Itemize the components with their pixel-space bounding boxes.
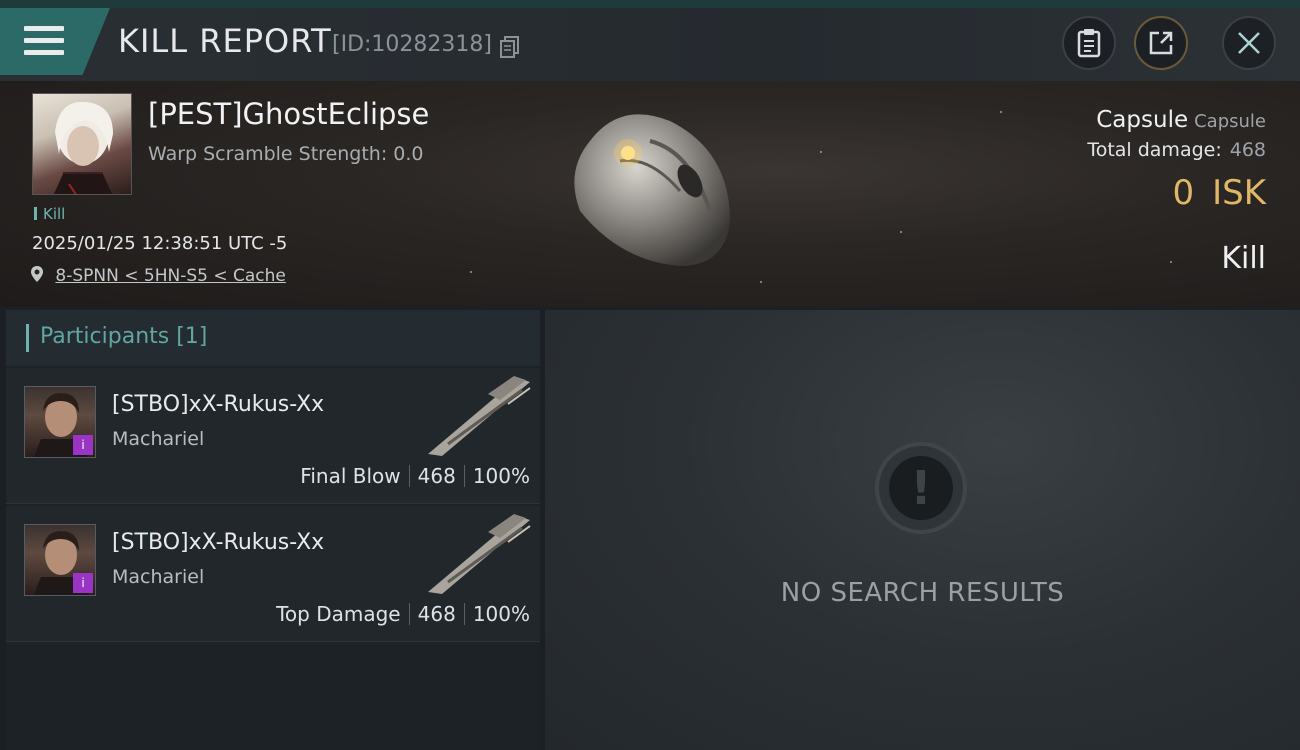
share-button[interactable]	[1134, 16, 1188, 70]
participant-portrait[interactable]: i	[24, 524, 96, 596]
participant-ship: Machariel	[112, 566, 205, 588]
victim-name[interactable]: [PEST]GhostEclipse	[148, 97, 429, 131]
corp-badge: i	[73, 435, 93, 455]
participant-ship-image	[428, 376, 531, 456]
location-link[interactable]: 8-SPNN < 5HN-S5 < Cache	[30, 265, 286, 286]
participant-percent: 100%	[472, 602, 530, 626]
participant-portrait[interactable]: i	[24, 386, 96, 458]
clipboard-icon	[1077, 29, 1101, 58]
copy-icon[interactable]	[500, 36, 520, 58]
location-pin-icon	[31, 266, 43, 282]
participants-title: Participants [1]	[40, 324, 208, 349]
victim-ship[interactable]: Capsule Capsule	[1096, 107, 1266, 133]
participant-damage: 468	[417, 464, 456, 488]
share-icon	[1149, 31, 1173, 55]
participant-role: Top Damage	[276, 602, 401, 626]
participant-name[interactable]: [STBO]xX-Rukus-Xx	[112, 530, 324, 555]
close-button[interactable]	[1222, 16, 1276, 70]
victim-ship-type: Capsule	[1194, 111, 1266, 132]
top-accent-line	[0, 0, 1300, 8]
total-damage-value: 468	[1229, 139, 1266, 161]
victim-panel: [PEST]GhostEclipse Warp Scramble Strengt…	[0, 81, 1300, 307]
participant-percent: 100%	[472, 464, 530, 488]
participant-stats: Top Damage 468 100%	[276, 602, 530, 626]
isk-label: ISK	[1212, 173, 1266, 213]
victim-portrait[interactable]	[32, 93, 132, 195]
participant-name[interactable]: [STBO]xX-Rukus-Xx	[112, 392, 324, 417]
participant-stats: Final Blow 468 100%	[300, 464, 530, 488]
participants-panel: Participants [1] i [STBO]xX-Rukus-Xx Mac…	[6, 310, 540, 750]
participant-ship-image	[428, 514, 531, 594]
participant-ship: Machariel	[112, 428, 205, 450]
clipboard-button[interactable]	[1062, 16, 1116, 70]
page-title: KILL REPORT	[118, 22, 332, 60]
participants-header: Participants [1]	[6, 310, 540, 366]
participant-row[interactable]: i [STBO]xX-Rukus-Xx Machariel Final Blow…	[6, 368, 540, 504]
details-panel: ! NO SEARCH RESULTS	[545, 310, 1300, 750]
victim-ship-image	[574, 114, 730, 266]
report-id: [ID:10282318]	[332, 32, 492, 57]
header-bar: KILL REPORT [ID:10282318]	[0, 8, 1300, 81]
result-label: Kill	[1221, 241, 1266, 276]
kill-tag: Kill	[34, 205, 65, 223]
kill-datetime: 2025/01/25 12:38:51 UTC -5	[32, 233, 288, 254]
close-icon	[1238, 32, 1260, 54]
isk-amount: 0	[1172, 173, 1195, 213]
corp-badge: i	[73, 573, 93, 593]
empty-state-text: NO SEARCH RESULTS	[780, 578, 1065, 608]
total-damage: Total damage: 468	[1087, 139, 1266, 161]
victim-ship-name: Capsule	[1096, 107, 1189, 133]
participant-row[interactable]: i [STBO]xX-Rukus-Xx Machariel Top Damage…	[6, 506, 540, 642]
participant-damage: 468	[417, 602, 456, 626]
warp-scramble-strength: Warp Scramble Strength: 0.0	[148, 143, 424, 165]
participant-role: Final Blow	[300, 464, 401, 488]
exclamation-icon: !	[875, 442, 967, 534]
menu-button[interactable]	[0, 8, 110, 75]
location-text[interactable]: 8-SPNN < 5HN-S5 < Cache	[55, 266, 285, 286]
isk-value: 0 ISK	[1172, 173, 1266, 213]
hamburger-icon	[24, 26, 64, 56]
total-damage-label: Total damage:	[1087, 139, 1222, 161]
